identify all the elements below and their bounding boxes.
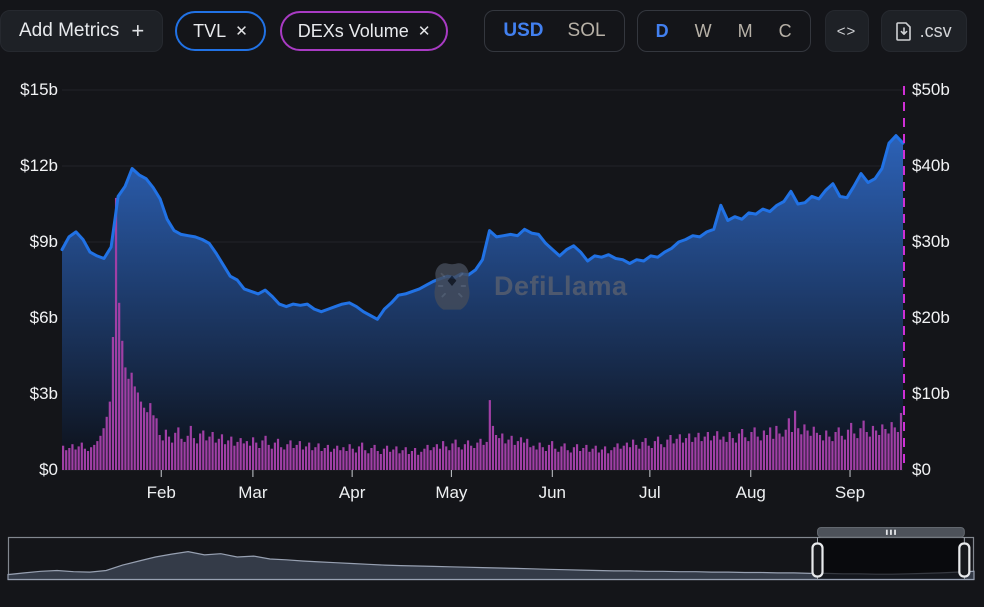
currency-toggle: USD SOL (484, 10, 624, 52)
right-axis-label: $40b (912, 156, 970, 176)
right-axis-label: $10b (912, 384, 970, 404)
toolbar: Add Metrics + TVL ✕ DEXs Volume ✕ USD SO… (0, 10, 967, 52)
x-axis-label: Feb (129, 483, 193, 503)
metric-chip-tvl[interactable]: TVL ✕ (175, 11, 266, 51)
add-metrics-button[interactable]: Add Metrics + (0, 10, 163, 52)
interval-option-weekly[interactable]: W (695, 21, 712, 42)
csv-download-button[interactable]: .csv (881, 10, 967, 52)
interval-option-cumulative[interactable]: C (779, 21, 792, 42)
x-axis-label: Apr (320, 483, 384, 503)
brush-selected-region (818, 538, 965, 578)
interval-toggle: D W M C (637, 10, 811, 52)
left-axis-label: $9b (0, 232, 58, 252)
x-axis-label: Jun (520, 483, 584, 503)
x-axis-label: Mar (221, 483, 285, 503)
chip-tvl-label: TVL (193, 21, 226, 42)
right-axis-label: $0 (912, 460, 970, 480)
right-axis-label: $50b (912, 80, 970, 100)
left-axis-label: $15b (0, 80, 58, 100)
defillama-watermark: DefiLlama (424, 258, 628, 314)
embed-code-icon: <> (837, 23, 857, 40)
x-axis-label: Jul (618, 483, 682, 503)
left-axis-label: $0 (0, 460, 58, 480)
close-icon[interactable]: ✕ (418, 22, 431, 40)
embed-chart-button[interactable]: <> (825, 10, 869, 52)
currency-option-sol[interactable]: SOL (568, 20, 606, 42)
csv-label: .csv (920, 21, 952, 42)
csv-download-icon (896, 22, 912, 41)
brush-handle-right (959, 544, 969, 577)
x-axis-label: Sep (818, 483, 882, 503)
main-chart[interactable]: DefiLlama $0 $3b $6b $9b $12b $15b $0 $10b $20b $… (0, 52, 984, 520)
currency-option-usd[interactable]: USD (503, 20, 543, 42)
chip-dexs-volume-label: DEXs Volume (298, 21, 409, 42)
navigator-canvas[interactable] (0, 520, 984, 607)
add-metrics-label: Add Metrics (19, 20, 119, 42)
left-axis-label: $6b (0, 308, 58, 328)
metric-chip-dexs-volume[interactable]: DEXs Volume ✕ (280, 11, 449, 51)
interval-option-monthly[interactable]: M (738, 21, 753, 42)
defillama-chart-page: Add Metrics + TVL ✕ DEXs Volume ✕ USD SO… (0, 0, 984, 607)
interval-option-daily[interactable]: D (656, 21, 669, 42)
range-navigator[interactable] (0, 520, 984, 607)
close-icon[interactable]: ✕ (235, 22, 248, 40)
left-axis-label: $12b (0, 156, 58, 176)
right-axis-label: $30b (912, 232, 970, 252)
plus-icon: + (131, 20, 144, 42)
left-axis-label: $3b (0, 384, 58, 404)
x-axis-label: May (419, 483, 483, 503)
right-axis-label: $20b (912, 308, 970, 328)
brush-handle-left (813, 544, 823, 577)
x-axis-label: Aug (719, 483, 783, 503)
defillama-llama-icon (424, 258, 480, 314)
x-axis-ticks (161, 470, 850, 477)
watermark-text: DefiLlama (494, 271, 628, 302)
